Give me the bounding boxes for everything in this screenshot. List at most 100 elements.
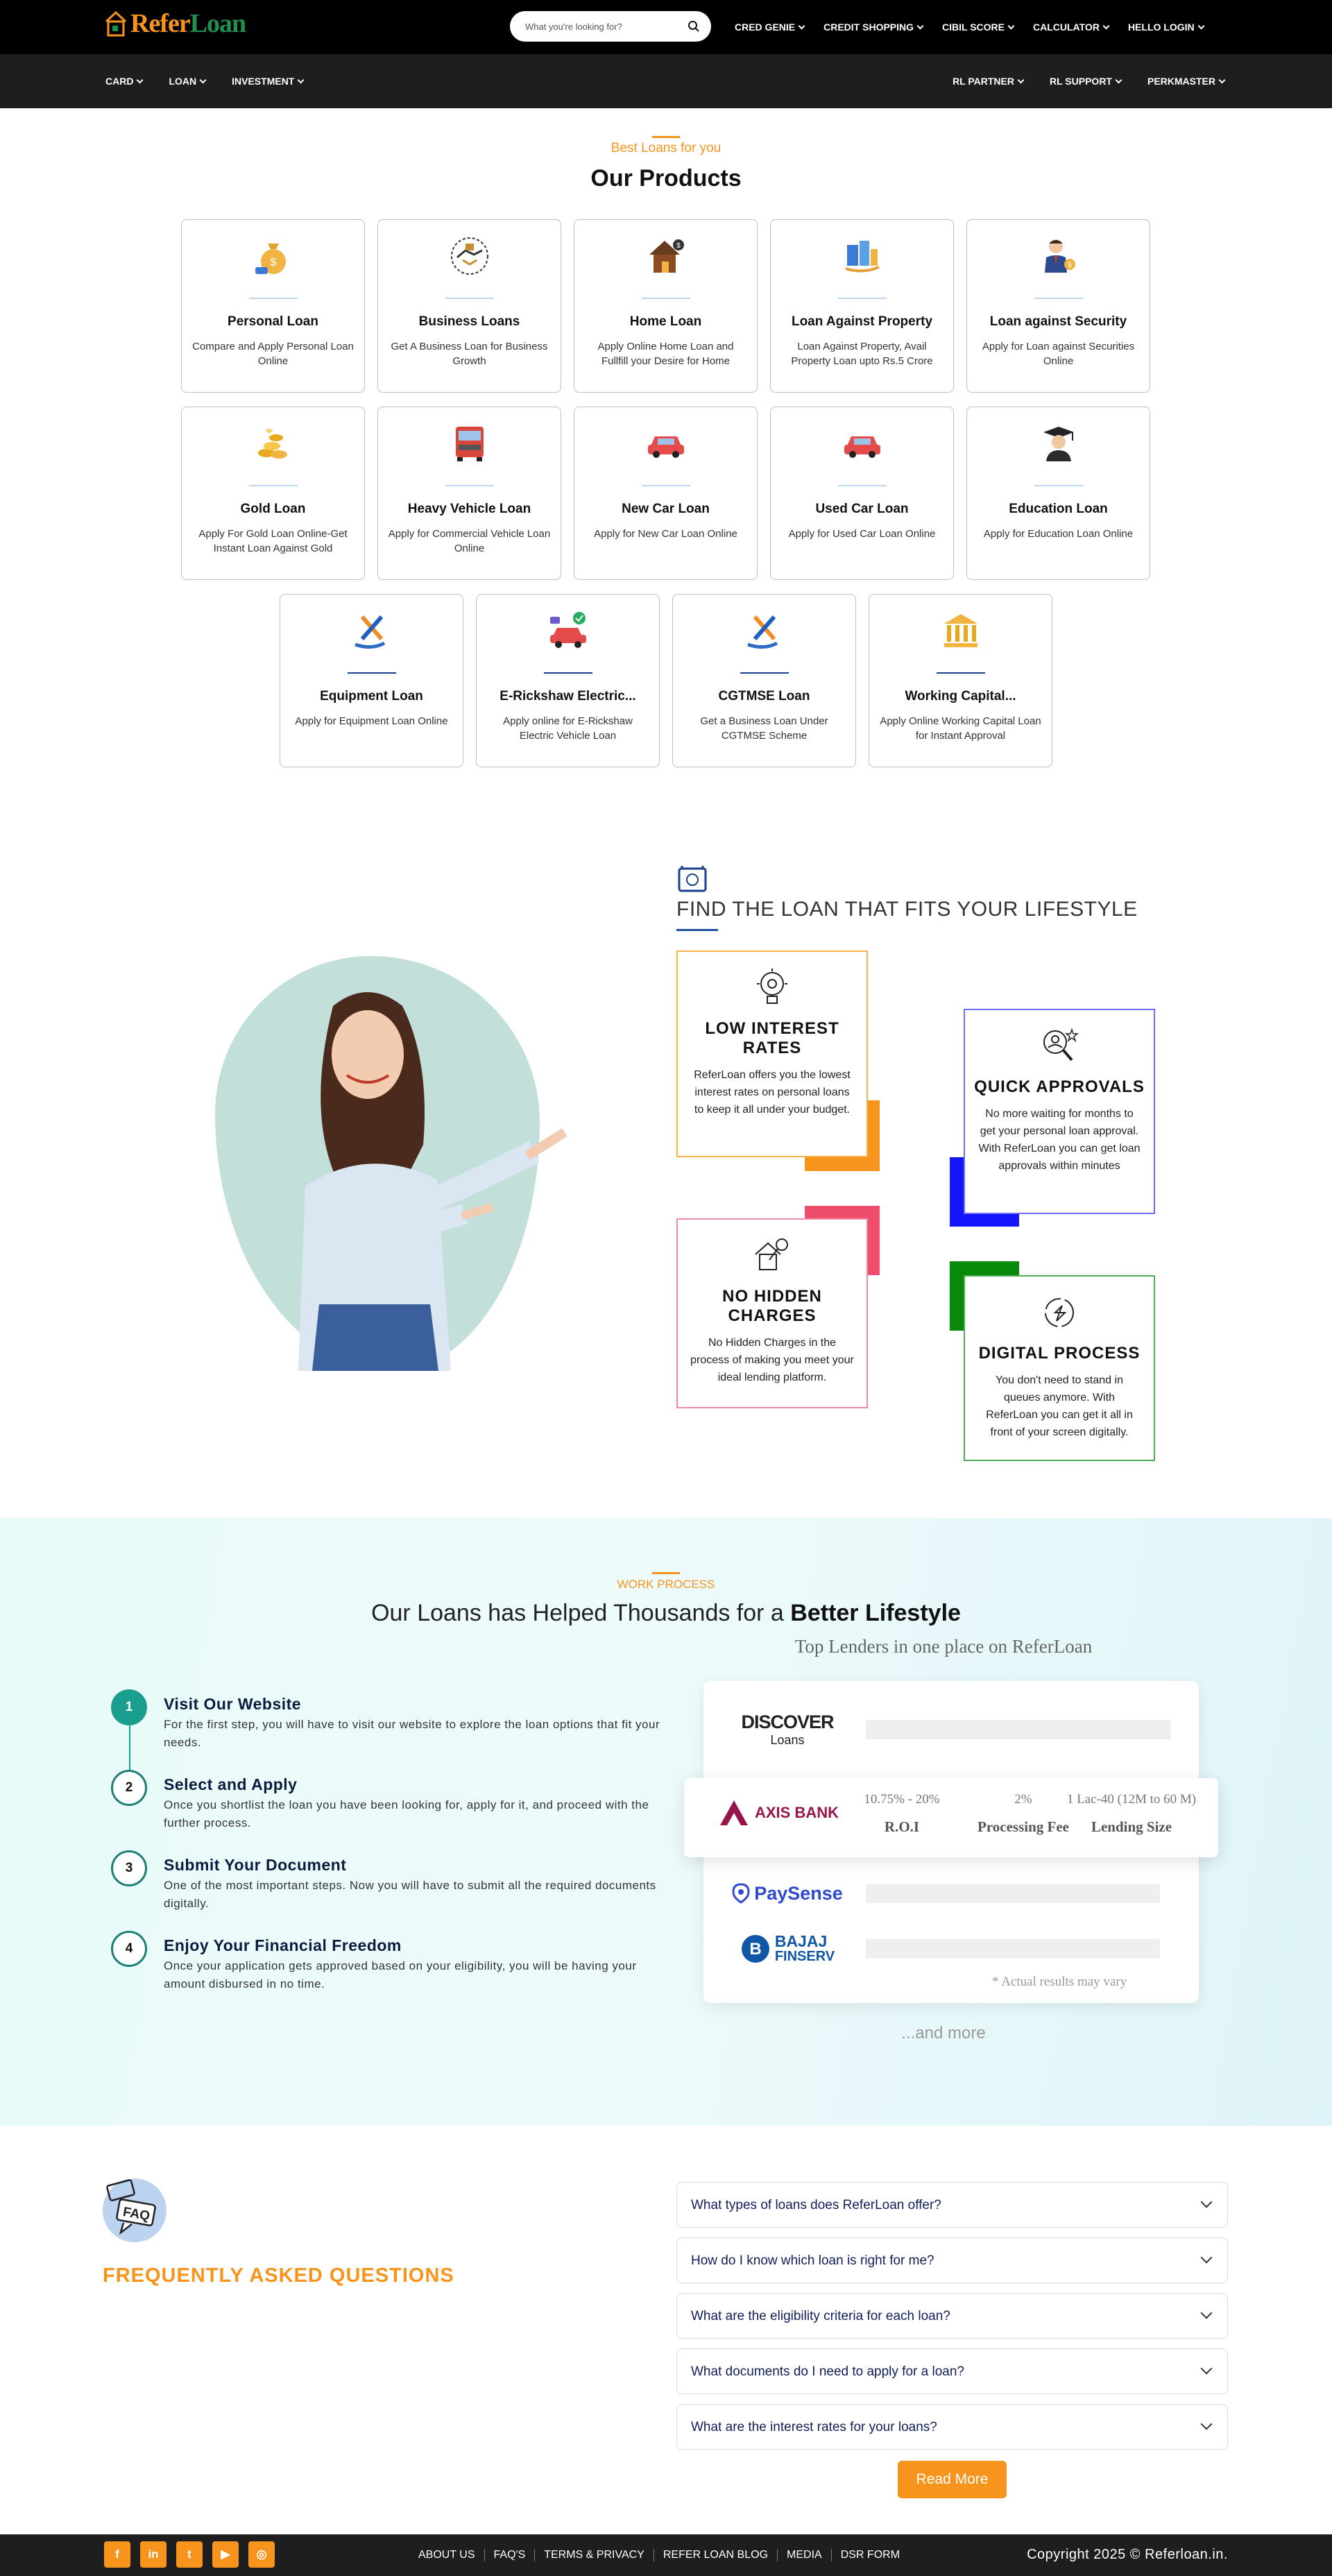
lender-row-discover[interactable]: DISCOVER Loans <box>703 1700 1199 1756</box>
nav-credit-shopping[interactable]: CREDIT SHOPPING <box>823 22 924 33</box>
linkedin-icon[interactable]: in <box>140 2541 166 2568</box>
referloan-logo[interactable]: ReferLoan <box>104 7 246 40</box>
and-more-text: ...and more <box>901 2024 986 2042</box>
nav-rl-partner[interactable]: RL PARTNER <box>953 76 1025 87</box>
chevron-down-icon <box>1017 76 1025 83</box>
product-card-education-loan[interactable]: Education Loan Apply for Education Loan … <box>966 407 1150 580</box>
product-card-home-loan[interactable]: $ Home Loan Apply Online Home Loan and F… <box>574 219 758 393</box>
bajaj-b-icon: B <box>741 1935 769 1963</box>
product-card-cgtmse-loan[interactable]: CGTMSE Loan Get a Business Loan Under CG… <box>672 594 856 767</box>
step-number: 1 <box>111 1689 147 1725</box>
product-card-gold-loan[interactable]: Gold Loan Apply For Gold Loan Online-Get… <box>181 407 365 580</box>
logo-text-loan: Loan <box>189 9 246 38</box>
product-card-loan-against-security[interactable]: $ Loan against Security Apply for Loan a… <box>966 219 1150 393</box>
chevron-down-icon <box>1197 22 1205 29</box>
logo-text-refer: Refer <box>130 9 191 38</box>
product-card-new-car-loan[interactable]: New Car Loan Apply for New Car Loan Onli… <box>574 407 758 580</box>
nav-card[interactable]: CARD <box>105 76 144 87</box>
lender-row-bajaj[interactable]: B BAJAJ FINSERV <box>703 1920 1199 1975</box>
nav-calculator[interactable]: CALCULATOR <box>1033 22 1110 33</box>
chevron-down-icon <box>1200 2196 1213 2208</box>
step-number: 4 <box>111 1931 147 1967</box>
faq-item[interactable]: How do I know which loan is right for me… <box>676 2237 1228 2283</box>
property-icon <box>845 241 880 273</box>
chevron-down-icon <box>199 76 207 83</box>
read-more-button[interactable]: Read More <box>898 2461 1007 2498</box>
chevron-down-icon <box>798 22 805 29</box>
faq-title: FREQUENTLY ASKED QUESTIONS <box>103 2264 454 2287</box>
product-card-heavy-vehicle-loan[interactable]: Heavy Vehicle Loan Apply for Commercial … <box>377 407 561 580</box>
footer-link-terms[interactable]: TERMS & PRIVACY <box>535 2549 654 2561</box>
loading-bar <box>866 1939 1160 1959</box>
step-number: 3 <box>111 1850 147 1886</box>
logo-house-icon <box>105 10 127 37</box>
money-bag-icon: $ <box>255 244 286 274</box>
kicker-line <box>652 1572 680 1574</box>
title-underline <box>676 929 718 931</box>
secondary-nav: CARD LOAN INVESTMENT RL PARTNER RL SUPPO… <box>0 54 1332 108</box>
footer-link-media[interactable]: MEDIA <box>778 2549 832 2561</box>
disclaimer-text: * Actual results may vary <box>992 1974 1127 1989</box>
businessman-icon: $ <box>1045 239 1075 273</box>
truck-icon <box>456 427 484 461</box>
digital-cycle-icon <box>1045 1298 1074 1327</box>
youtube-icon[interactable]: ▶ <box>212 2541 239 2568</box>
product-card-equipment-loan[interactable]: Equipment Loan Apply for Equipment Loan … <box>280 594 463 767</box>
feature-digital-process: DIGITAL PROCESS You don't need to stand … <box>964 1275 1155 1461</box>
search-input[interactable] <box>525 21 688 32</box>
product-card-used-car-loan[interactable]: Used Car Loan Apply for Used Car Loan On… <box>770 407 954 580</box>
lightbulb-gear-icon <box>757 969 787 1004</box>
twitter-icon[interactable]: t <box>176 2541 203 2568</box>
lender-row-axis-bank[interactable]: AXIS BANK 10.75% - 20% R.O.I 2% Processi… <box>684 1778 1218 1857</box>
products-kicker: Best Loans for you <box>610 141 722 155</box>
nav-rl-support[interactable]: RL SUPPORT <box>1050 76 1122 87</box>
loading-bar <box>866 1884 1160 1903</box>
nav-hello-login[interactable]: HELLO LOGIN <box>1128 22 1205 33</box>
car-icon <box>648 436 684 458</box>
product-card-business-loans[interactable]: Business Loans Get A Business Loan for B… <box>377 219 561 393</box>
faq-item[interactable]: What types of loans does ReferLoan offer… <box>676 2182 1228 2228</box>
faq-item[interactable]: What are the interest rates for your loa… <box>676 2404 1228 2450</box>
product-card-personal-loan[interactable]: $ Personal Loan Compare and Apply Person… <box>181 219 365 393</box>
copyright-text: Copyright 2025 © Referloan.in. <box>1027 2547 1228 2562</box>
footer: f in t ▶ ◎ ABOUT US FAQ'S TERMS & PRIVAC… <box>0 2534 1332 2576</box>
axis-triangle-icon <box>720 1800 748 1825</box>
kicker-line <box>652 136 680 138</box>
house-icon: $ <box>649 239 684 273</box>
step-number: 2 <box>111 1770 147 1806</box>
chevron-down-icon <box>1115 76 1122 83</box>
feature-quick-approvals: QUICK APPROVALS No more waiting for mont… <box>964 1009 1155 1214</box>
bank-icon <box>944 614 977 647</box>
nav-loan[interactable]: LOAN <box>169 76 207 87</box>
faq-item[interactable]: What are the eligibility criteria for ea… <box>676 2293 1228 2339</box>
search-icon[interactable] <box>688 20 700 33</box>
instagram-icon[interactable]: ◎ <box>248 2541 275 2568</box>
product-card-e-rickshaw-loan[interactable]: E-Rickshaw Electric... Apply online for … <box>476 594 660 767</box>
work-kicker: WORK PROCESS <box>617 1578 715 1591</box>
facebook-icon[interactable]: f <box>104 2541 130 2568</box>
lender-row-paysense[interactable]: PaySense <box>703 1864 1199 1920</box>
footer-link-faqs[interactable]: FAQ'S <box>485 2549 536 2561</box>
products-title: Our Products <box>590 165 742 191</box>
chevron-down-icon <box>916 22 924 29</box>
chevron-down-icon <box>1200 2307 1213 2319</box>
nav-cred-genie[interactable]: CRED GENIE <box>735 22 805 33</box>
nav-investment[interactable]: INVESTMENT <box>232 76 305 87</box>
chevron-down-icon <box>1102 22 1110 29</box>
faq-item[interactable]: What documents do I need to apply for a … <box>676 2348 1228 2394</box>
product-card-working-capital-loan[interactable]: Working Capital... Apply Online Working … <box>869 594 1052 767</box>
footer-link-dsr-form[interactable]: DSR FORM <box>832 2549 909 2561</box>
nav-perkmaster[interactable]: PERKMASTER <box>1147 76 1226 87</box>
nav-cibil-score[interactable]: CIBIL SCORE <box>942 22 1015 33</box>
chevron-down-icon <box>1200 2418 1213 2430</box>
chevron-down-icon <box>1007 22 1015 29</box>
accent-bar-blue <box>950 1213 1019 1227</box>
footer-link-about-us[interactable]: ABOUT US <box>409 2549 485 2561</box>
product-card-loan-against-property[interactable]: Loan Against Property Loan Against Prope… <box>770 219 954 393</box>
accent-bar-orange <box>805 1157 880 1171</box>
footer-link-blog[interactable]: REFER LOAN BLOG <box>654 2549 778 2561</box>
svg-text:$: $ <box>271 257 277 268</box>
tools-icon <box>355 615 386 649</box>
find-loan-title: FIND THE LOAN THAT FITS YOUR LIFESTYLE <box>676 898 1138 921</box>
car-icon <box>844 436 880 458</box>
